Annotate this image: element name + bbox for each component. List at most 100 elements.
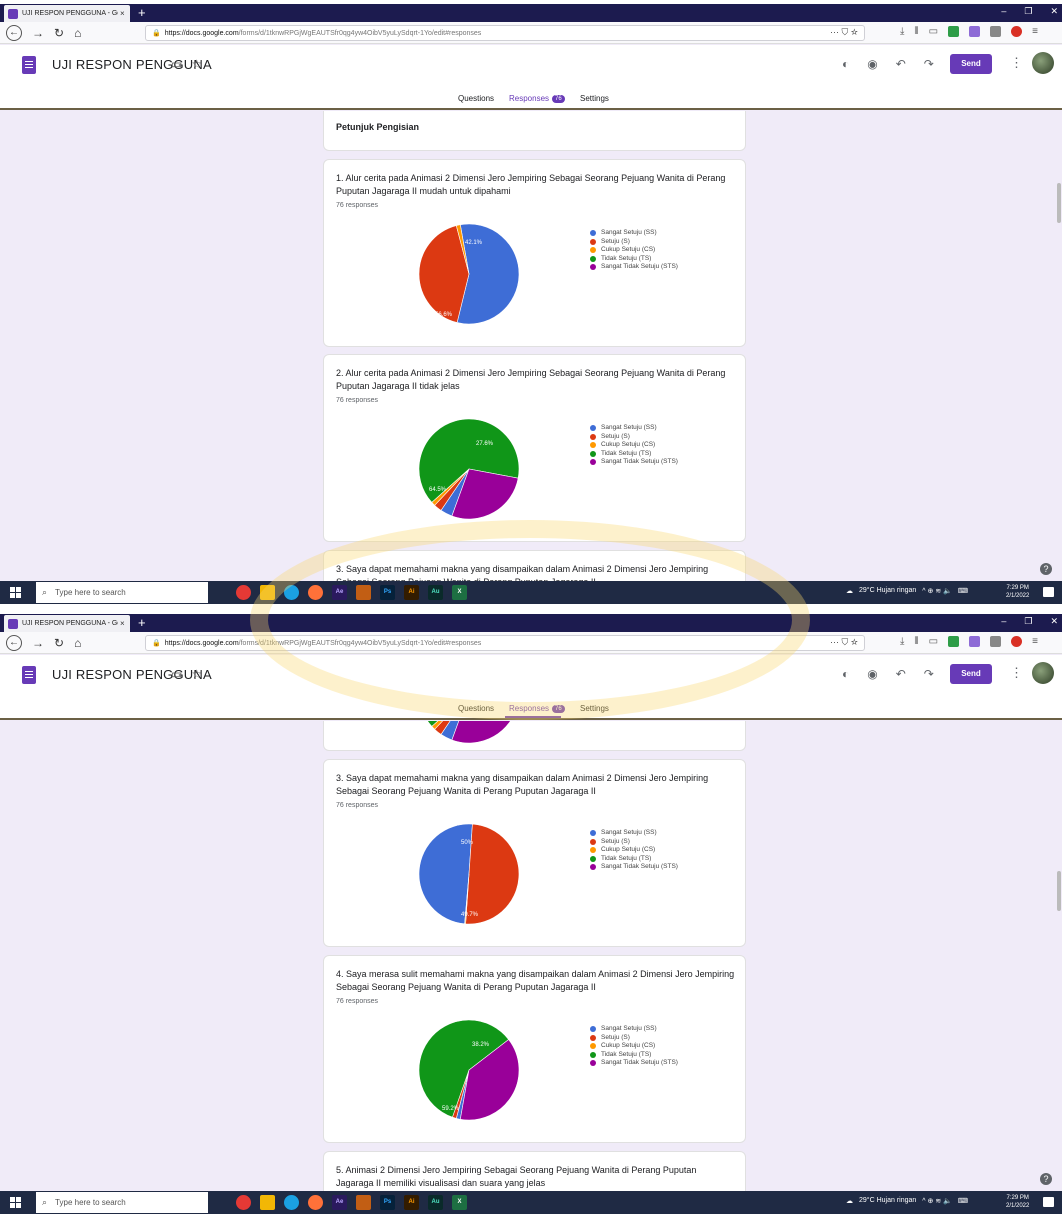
- opera-icon[interactable]: [236, 1195, 251, 1210]
- keyboard-icon[interactable]: ⌨: [958, 587, 968, 595]
- menu-icon[interactable]: ≡: [1032, 636, 1038, 647]
- tray-icons[interactable]: ^ ⊕ ≋ 🔈: [922, 1197, 952, 1205]
- extension-purple-icon[interactable]: [969, 636, 981, 647]
- download-icon[interactable]: ⤓: [900, 636, 904, 647]
- clock[interactable]: 7:29 PM 2/1/2022: [1006, 584, 1029, 600]
- extension-purple-icon[interactable]: [969, 26, 981, 37]
- extension-red-icon[interactable]: [1011, 636, 1023, 647]
- file-explorer-icon[interactable]: [260, 1195, 275, 1210]
- tray-icons[interactable]: ^ ⊕ ≋ 🔈: [922, 587, 952, 595]
- more-options-icon[interactable]: ⋮: [1010, 665, 1023, 681]
- library-icon[interactable]: ⫴: [914, 636, 918, 647]
- menu-icon[interactable]: ≡: [1032, 26, 1038, 37]
- opera-icon[interactable]: [236, 585, 251, 600]
- tab-questions[interactable]: Questions: [458, 704, 494, 713]
- tab-responses[interactable]: Responses 76: [509, 704, 565, 713]
- new-tab-button[interactable]: +: [138, 615, 146, 630]
- pie-slice-1[interactable]: [418, 823, 473, 925]
- close-window-button[interactable]: ✕: [1050, 616, 1058, 627]
- edge-icon[interactable]: [284, 585, 299, 600]
- file-explorer-icon[interactable]: [260, 585, 275, 600]
- url-actions[interactable]: ··· ⛉ ☆: [830, 637, 858, 648]
- folder-icon[interactable]: ▭: [171, 667, 182, 681]
- tab-settings[interactable]: Settings: [580, 94, 609, 103]
- notification-icon[interactable]: [1043, 587, 1054, 597]
- extension-red-icon[interactable]: [1011, 26, 1023, 37]
- excel-icon[interactable]: X: [452, 1195, 467, 1210]
- taskbar-search[interactable]: ⌕ Type here to search: [36, 1192, 208, 1213]
- audition-icon[interactable]: Au: [428, 585, 443, 600]
- library-icon[interactable]: ⫴: [914, 26, 918, 37]
- redo-icon[interactable]: ↷: [924, 667, 934, 681]
- windows-start-icon[interactable]: [10, 587, 21, 598]
- notification-icon[interactable]: [1043, 1197, 1054, 1207]
- send-button[interactable]: Send: [950, 54, 992, 74]
- new-tab-button[interactable]: +: [138, 5, 146, 20]
- undo-icon[interactable]: ↶: [896, 667, 906, 681]
- maximize-button[interactable]: ❐: [1024, 6, 1032, 17]
- after-effects-icon[interactable]: Ae: [332, 1195, 347, 1210]
- extension-grey-icon[interactable]: [990, 26, 1002, 37]
- close-window-button[interactable]: ✕: [1050, 6, 1058, 17]
- scrollbar[interactable]: [1057, 183, 1061, 223]
- extension-green-icon[interactable]: [948, 636, 960, 647]
- help-icon[interactable]: ?: [1040, 1173, 1052, 1185]
- help-icon[interactable]: ?: [1040, 563, 1052, 575]
- folder-icon[interactable]: ▭: [171, 57, 182, 71]
- palette-icon[interactable]: ◐: [842, 667, 849, 681]
- photoshop-icon[interactable]: Ps: [380, 585, 395, 600]
- reload-icon[interactable]: ↻: [54, 635, 64, 651]
- preview-eye-icon[interactable]: ◉: [867, 667, 877, 681]
- more-options-icon[interactable]: ⋮: [1010, 55, 1023, 71]
- home-icon[interactable]: ⌂: [74, 635, 81, 651]
- pie-slice-5[interactable]: [451, 721, 518, 744]
- audition-icon[interactable]: Au: [428, 1195, 443, 1210]
- reader-icon[interactable]: ▭: [929, 26, 938, 37]
- palette-icon[interactable]: ◐: [842, 57, 849, 71]
- weather-text[interactable]: 29°C Hujan ringan: [859, 1197, 916, 1205]
- avatar[interactable]: [1032, 662, 1054, 684]
- reader-icon[interactable]: ▭: [929, 636, 938, 647]
- back-arrow-icon[interactable]: ←: [6, 635, 22, 651]
- extension-green-icon[interactable]: [948, 26, 960, 37]
- close-tab-icon[interactable]: ×: [120, 9, 125, 18]
- browser-tab[interactable]: UJI RESPON PENGGUNA - Goo ×: [4, 615, 130, 632]
- star-icon[interactable]: ☆: [191, 57, 202, 71]
- tab-responses[interactable]: Responses 76: [509, 94, 565, 103]
- pie-slice-2[interactable]: [465, 823, 520, 925]
- url-bar[interactable]: 🔒 https://docs.google.com /forms/d/1tknw…: [145, 635, 865, 651]
- excel-icon[interactable]: X: [452, 585, 467, 600]
- redo-icon[interactable]: ↷: [924, 57, 934, 71]
- tab-questions[interactable]: Questions: [458, 94, 494, 103]
- blender-icon[interactable]: [356, 1195, 371, 1210]
- scrollbar[interactable]: [1057, 871, 1061, 911]
- firefox-icon[interactable]: [308, 1195, 323, 1210]
- minimize-button[interactable]: –: [1001, 616, 1006, 627]
- blender-icon[interactable]: [356, 585, 371, 600]
- home-icon[interactable]: ⌂: [74, 25, 81, 41]
- tab-settings[interactable]: Settings: [580, 704, 609, 713]
- weather-text[interactable]: 29°C Hujan ringan: [859, 587, 916, 595]
- minimize-button[interactable]: –: [1001, 6, 1006, 17]
- maximize-button[interactable]: ❐: [1024, 616, 1032, 627]
- forward-arrow-icon[interactable]: →: [32, 635, 44, 651]
- url-bar[interactable]: 🔒 https://docs.google.com /forms/d/1tknw…: [145, 25, 865, 41]
- send-button[interactable]: Send: [950, 664, 992, 684]
- browser-tab[interactable]: UJI RESPON PENGGUNA - Goo ×: [4, 5, 130, 22]
- download-icon[interactable]: ⤓: [900, 26, 904, 37]
- illustrator-icon[interactable]: Ai: [404, 1195, 419, 1210]
- undo-icon[interactable]: ↶: [896, 57, 906, 71]
- extension-grey-icon[interactable]: [990, 636, 1002, 647]
- reload-icon[interactable]: ↻: [54, 25, 64, 41]
- close-tab-icon[interactable]: ×: [120, 619, 125, 628]
- windows-start-icon[interactable]: [10, 1197, 21, 1208]
- avatar[interactable]: [1032, 52, 1054, 74]
- url-actions[interactable]: ··· ⛉ ☆: [830, 27, 858, 38]
- taskbar-search[interactable]: ⌕ Type here to search: [36, 582, 208, 603]
- keyboard-icon[interactable]: ⌨: [958, 1197, 968, 1205]
- after-effects-icon[interactable]: Ae: [332, 585, 347, 600]
- preview-eye-icon[interactable]: ◉: [867, 57, 877, 71]
- edge-icon[interactable]: [284, 1195, 299, 1210]
- back-arrow-icon[interactable]: ←: [6, 25, 22, 41]
- firefox-icon[interactable]: [308, 585, 323, 600]
